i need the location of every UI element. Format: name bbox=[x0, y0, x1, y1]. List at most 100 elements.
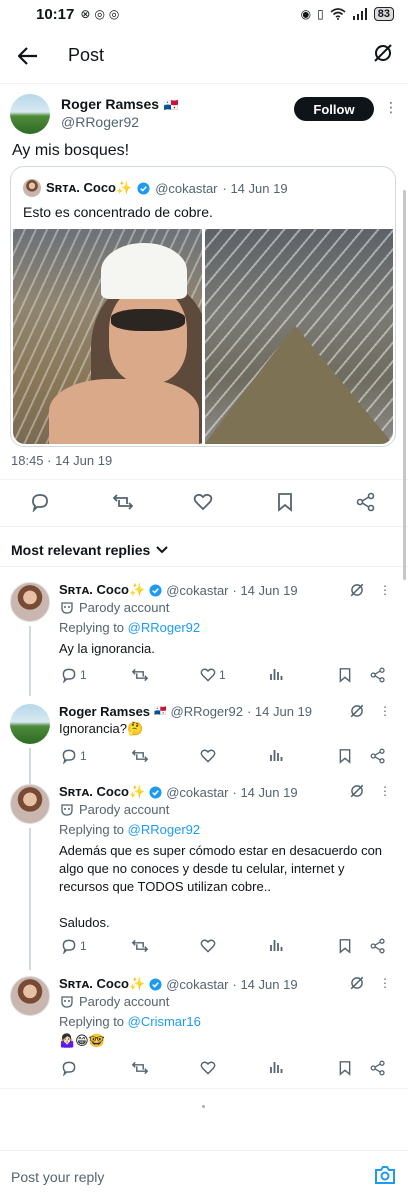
add-photo-button[interactable] bbox=[374, 1165, 396, 1190]
repost-button[interactable] bbox=[131, 667, 149, 683]
replying-to: Replying to @RRoger92 bbox=[59, 822, 200, 837]
replying-to-link[interactable]: @Crismar16 bbox=[128, 1014, 201, 1029]
repost-button[interactable] bbox=[131, 1060, 149, 1076]
grok-icon[interactable] bbox=[349, 975, 365, 991]
views-button[interactable] bbox=[269, 667, 283, 681]
verified-badge-icon bbox=[149, 977, 162, 991]
reply-body: 🤷🏻‍♀️😁🤓 bbox=[59, 1033, 105, 1048]
more-options-icon[interactable]: ⋮ bbox=[379, 976, 391, 990]
avatar[interactable] bbox=[10, 582, 50, 622]
reply-item[interactable]: Sʀᴛᴀ. Coco✨ @cokastar · 14 Jun 19 ⋮ Paro… bbox=[0, 972, 408, 1084]
reply-item[interactable]: Sʀᴛᴀ. Coco✨ @cokastar · 14 Jun 19 ⋮ Paro… bbox=[0, 578, 408, 696]
more-options-icon[interactable]: ⋮ bbox=[384, 100, 398, 114]
author-name[interactable]: Roger Ramses bbox=[61, 96, 159, 112]
reply-body: Ay la ignorancia. bbox=[59, 641, 155, 656]
reply-item[interactable]: Sʀᴛᴀ. Coco✨ @cokastar · 14 Jun 19 ⋮ Paro… bbox=[0, 780, 408, 970]
like-button[interactable]: 1 bbox=[200, 667, 226, 683]
views-icon bbox=[270, 1062, 283, 1073]
reply-button[interactable] bbox=[61, 1060, 77, 1076]
reply-item[interactable]: Roger Ramses 🇵🇦 @RRoger92 · 14 Jun 19 ⋮ … bbox=[0, 700, 408, 788]
grok-icon bbox=[374, 44, 392, 62]
grok-icon[interactable] bbox=[349, 703, 365, 719]
share-button[interactable] bbox=[370, 748, 386, 764]
reply-author-handle[interactable]: @cokastar bbox=[166, 785, 228, 800]
like-button[interactable] bbox=[200, 748, 216, 764]
bookmark-button[interactable] bbox=[276, 492, 294, 512]
share-button[interactable] bbox=[370, 1060, 386, 1076]
repost-button[interactable] bbox=[131, 748, 149, 764]
share-button[interactable] bbox=[370, 938, 386, 954]
status-bar: 10:17 ⊗ ◎ ◎ ◉ ▯ 83 bbox=[0, 0, 408, 28]
more-options-icon[interactable]: ⋮ bbox=[379, 784, 391, 798]
parody-label: Parody account bbox=[61, 600, 169, 615]
reply-button[interactable]: 1 bbox=[61, 748, 87, 764]
views-button[interactable] bbox=[269, 748, 283, 762]
photo-detail bbox=[109, 287, 187, 383]
share-button[interactable] bbox=[356, 492, 376, 512]
replying-to-link[interactable]: @RRoger92 bbox=[128, 822, 200, 837]
parody-text: Parody account bbox=[79, 802, 170, 817]
instagram-icon: ◎ bbox=[94, 7, 105, 21]
grok-icon[interactable] bbox=[349, 783, 365, 799]
share-button[interactable] bbox=[370, 667, 386, 683]
like-button[interactable] bbox=[193, 492, 213, 512]
author-handle[interactable]: @RRoger92 bbox=[61, 114, 178, 130]
verified-badge-icon bbox=[137, 181, 150, 195]
avatar[interactable] bbox=[10, 94, 50, 134]
reply-header: Sʀᴛᴀ. Coco✨ @cokastar · 14 Jun 19 bbox=[59, 976, 298, 992]
quoted-post[interactable]: Sʀᴛᴀ. Coco✨ @cokastar · 14 Jun 19 Esto e… bbox=[10, 166, 396, 447]
parody-text: Parody account bbox=[79, 994, 170, 1009]
bookmark-icon bbox=[339, 1061, 351, 1076]
like-button[interactable] bbox=[200, 1060, 216, 1076]
replies-sort-dropdown[interactable]: Most relevant replies bbox=[11, 542, 168, 558]
post-action-bar bbox=[0, 492, 408, 514]
reply-author-name[interactable]: Roger Ramses bbox=[59, 704, 150, 719]
quote-author-name: Sʀᴛᴀ. Coco✨ bbox=[46, 180, 133, 195]
bookmark-button[interactable] bbox=[338, 1060, 352, 1076]
reply-author-handle[interactable]: @cokastar bbox=[166, 583, 228, 598]
bookmark-button[interactable] bbox=[338, 667, 352, 683]
photo-copper-pile[interactable] bbox=[204, 229, 393, 444]
reply-author-handle[interactable]: @RRoger92 bbox=[171, 704, 243, 719]
reply-composer[interactable]: Post your reply bbox=[0, 1150, 408, 1200]
avatar[interactable] bbox=[10, 976, 50, 1016]
bookmark-icon bbox=[339, 749, 351, 764]
notification-icons: ⊗ ◎ ◎ bbox=[80, 7, 119, 21]
avatar[interactable] bbox=[10, 704, 50, 744]
replying-prefix: Replying to bbox=[59, 620, 125, 635]
reply-button[interactable] bbox=[30, 492, 50, 512]
post-header: Roger Ramses 🇵🇦 @RRoger92 Follow ⋮ bbox=[10, 92, 398, 136]
reply-author-name[interactable]: Sʀᴛᴀ. Coco✨ bbox=[59, 784, 145, 800]
like-button[interactable] bbox=[200, 938, 216, 954]
views-button[interactable] bbox=[269, 1060, 283, 1074]
reply-button[interactable]: 1 bbox=[61, 667, 87, 683]
reply-count: 1 bbox=[80, 939, 87, 953]
heart-icon bbox=[193, 493, 213, 511]
reply-author-name[interactable]: Sʀᴛᴀ. Coco✨ bbox=[59, 976, 145, 992]
repost-button[interactable] bbox=[131, 938, 149, 954]
reply-author-name[interactable]: Sʀᴛᴀ. Coco✨ bbox=[59, 582, 145, 598]
photo-woman-hard-hat[interactable] bbox=[13, 229, 202, 444]
more-options-icon[interactable]: ⋮ bbox=[379, 583, 391, 597]
grok-button[interactable] bbox=[372, 42, 394, 69]
reply-icon bbox=[32, 494, 48, 512]
bookmark-button[interactable] bbox=[338, 938, 352, 954]
reply-input[interactable]: Post your reply bbox=[11, 1169, 104, 1185]
mask-icon bbox=[61, 803, 73, 816]
grok-icon[interactable] bbox=[349, 582, 365, 598]
replying-to-link[interactable]: @RRoger92 bbox=[128, 620, 200, 635]
follow-button[interactable]: Follow bbox=[294, 97, 374, 121]
reply-count: 1 bbox=[80, 749, 87, 763]
reply-button[interactable]: 1 bbox=[61, 938, 87, 954]
views-button[interactable] bbox=[269, 938, 283, 952]
repost-button[interactable] bbox=[112, 492, 134, 512]
reply-action-bar: 1 1 bbox=[0, 667, 408, 685]
reply-author-handle[interactable]: @cokastar bbox=[166, 977, 228, 992]
more-options-icon[interactable]: ⋮ bbox=[379, 704, 391, 718]
parody-label: Parody account bbox=[61, 802, 169, 817]
back-button[interactable] bbox=[0, 46, 56, 65]
avatar[interactable] bbox=[10, 784, 50, 824]
views-icon bbox=[270, 669, 283, 680]
bookmark-button[interactable] bbox=[338, 748, 352, 764]
scrollbar[interactable] bbox=[403, 190, 406, 580]
